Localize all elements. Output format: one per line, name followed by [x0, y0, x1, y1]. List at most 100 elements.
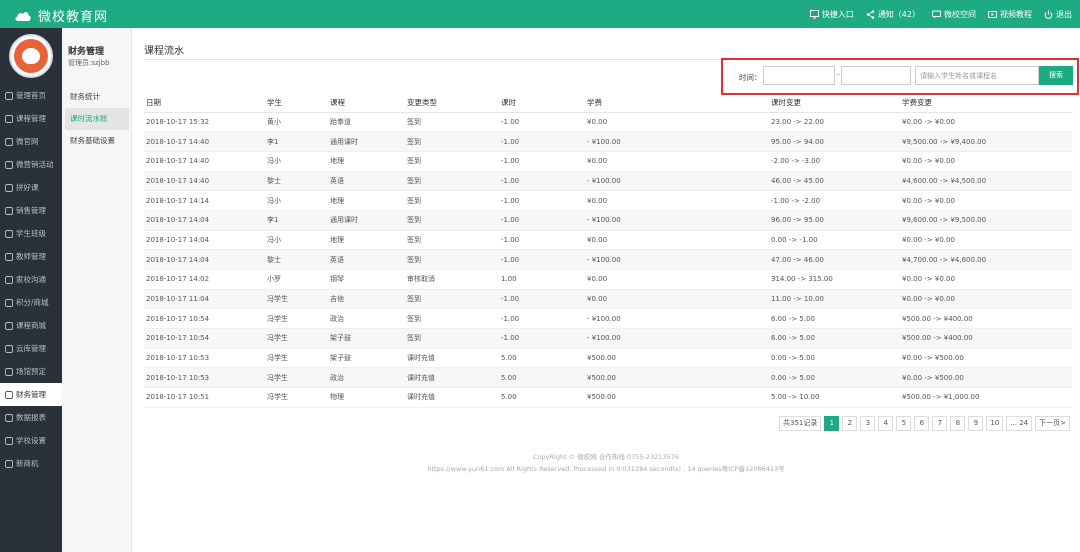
pager-page-button[interactable]: 10: [986, 416, 1004, 431]
search-button[interactable]: 搜索: [1039, 66, 1073, 85]
table-cell: 黄小: [265, 112, 328, 133]
pager-page-button[interactable]: 5: [896, 416, 912, 431]
search-panel: 时间： - 搜索: [721, 58, 1079, 95]
sub-item-finance-stats[interactable]: 财务统计: [65, 86, 129, 108]
main-sidebar: 管理首页 课程管理微官网微营销活动拼好课销售管理学生班级教师管理家校沟通 积分/商城…: [0, 28, 62, 552]
avatar[interactable]: [9, 34, 53, 78]
table-cell: -1.00: [499, 328, 585, 349]
brand-name: 微校教育网: [38, 10, 109, 25]
table-cell: -1.00: [499, 112, 585, 133]
sidebar-item-2[interactable]: 微官网: [0, 130, 62, 153]
pager-page-button[interactable]: 8: [950, 416, 966, 431]
table-cell: 英语: [328, 171, 405, 192]
table-cell: 英语: [328, 249, 405, 270]
sub-item-finance-settings[interactable]: 财务基础设置: [65, 130, 129, 152]
pager-page-button[interactable]: 9: [968, 416, 984, 431]
start-date-input[interactable]: [763, 66, 835, 85]
sidebar-item-16[interactable]: 新商机: [0, 452, 62, 475]
table-cell: - ¥100.00: [585, 131, 769, 152]
space-link[interactable]: 微校空间: [932, 9, 976, 20]
table-cell: ¥0.00: [585, 289, 769, 310]
avatar-logo: [14, 39, 48, 73]
table-cell: 47.00 -> 46.00: [769, 249, 900, 270]
quick-entry-link[interactable]: 快捷入口: [809, 9, 854, 20]
pager-page-button[interactable]: 2: [842, 416, 858, 431]
ledger-table: 日期 学生 课程 变更类型 课时 学费 课时变更 学费变更 2018-10-17 15:32 黄…: [144, 94, 1072, 408]
sidebar-item-label: 学生班级: [16, 229, 46, 238]
sidebar-item-8[interactable]: 家校沟通: [0, 268, 62, 291]
table-row: 2018-10-17 14:04 黎士 英语 签到 -1.00- ¥100.00 47.0…: [144, 249, 1072, 270]
table-cell: 签到: [405, 308, 499, 330]
table-cell: 审核取消: [405, 269, 499, 290]
sidebar-item-6[interactable]: 学生班级: [0, 222, 62, 245]
table-cell: ¥500.00 -> ¥1,000.00: [900, 387, 1072, 408]
keyword-search-input[interactable]: [915, 66, 1039, 85]
sidebar-item-13[interactable]: 财务管理: [0, 383, 62, 406]
end-date-input[interactable]: [841, 66, 911, 85]
table-cell: ¥4,600.00 -> ¥4,500.00: [900, 171, 1072, 192]
notifications-link[interactable]: 通知（42）: [866, 9, 920, 20]
table-cell: 签到: [405, 112, 499, 133]
sidebar-item-4[interactable]: 拼好课: [0, 176, 62, 199]
video-tutorial-link[interactable]: 视频教程: [988, 9, 1032, 20]
table-cell: -1.00: [499, 249, 585, 270]
table-cell: 0.00 -> 5.00: [769, 348, 900, 369]
sidebar-item-3[interactable]: 微营销活动: [0, 153, 62, 176]
table-cell: 钢琴: [328, 269, 405, 290]
table-cell: 冯小: [265, 190, 328, 211]
sidebar-item-15[interactable]: 学校设置: [0, 429, 62, 452]
brand-logo[interactable]: 微校教育网: [14, 6, 108, 25]
sidebar-item-label: 新商机: [16, 459, 39, 468]
table-cell: 冯小: [265, 230, 328, 251]
video-tutorial-label: 视频教程: [1000, 9, 1032, 19]
table-cell: ¥0.00 -> ¥0.00: [900, 112, 1072, 133]
table-cell: 1.00: [499, 269, 585, 290]
sidebar-item-0[interactable]: 管理首页: [0, 84, 62, 107]
headset-icon: [5, 183, 13, 192]
table-cell: -1.00: [499, 151, 585, 172]
pager-page-button[interactable]: 7: [932, 416, 948, 431]
table-row: 2018-10-17 14:14 冯小 地理 签到 -1.00 ¥0.00 -1.00 ->…: [144, 190, 1072, 211]
logout-link[interactable]: 退出: [1044, 9, 1072, 20]
table-cell: ¥500.00: [585, 348, 769, 369]
sidebar-item-11[interactable]: 云库管理: [0, 337, 62, 360]
sidebar-item-12[interactable]: 场馆预定: [0, 360, 62, 383]
sidebar-item-label: 拼好课: [16, 183, 39, 192]
column-header: 课时变更: [769, 94, 900, 113]
table-cell: 吉他: [328, 289, 405, 310]
pager-page-button[interactable]: 3: [860, 416, 876, 431]
table-cell: ¥500.00: [585, 367, 769, 389]
sidebar-item-label: 微官网: [16, 137, 39, 146]
pager-next-button[interactable]: 下一页>: [1035, 416, 1070, 431]
sidebar-item-label: 教师管理: [16, 252, 46, 261]
column-header: 课程: [328, 94, 405, 113]
table-cell: -1.00: [499, 308, 585, 330]
calendar-icon: [5, 367, 13, 376]
table-cell: 96.00 -> 95.00: [769, 210, 900, 231]
table-cell: ¥500.00 -> ¥400.00: [900, 308, 1072, 330]
sub-item-lesson-ledger[interactable]: 课时流水账: [65, 108, 129, 130]
sidebar-item-10[interactable]: 课程商城: [0, 314, 62, 337]
store-icon: [5, 321, 13, 330]
table-cell: 2018-10-17 10:51: [144, 387, 265, 408]
sidebar-item-14[interactable]: 数据报表: [0, 406, 62, 429]
table-cell: 通用课时: [328, 131, 405, 152]
table-cell: -1.00: [499, 289, 585, 310]
table-cell: ¥500.00 -> ¥400.00: [900, 328, 1072, 349]
chat-icon: [932, 10, 941, 19]
pager-page-button[interactable]: 4: [878, 416, 894, 431]
table-cell: - ¥100.00: [585, 308, 769, 330]
table-cell: 2018-10-17 14:02: [144, 269, 265, 290]
table-cell: 签到: [405, 131, 499, 152]
table-row: 2018-10-17 15:32 黄小 跆拳道 签到 -1.00 ¥0.00 23.00 -…: [144, 112, 1072, 133]
pager-page-button[interactable]: 1: [824, 416, 840, 431]
footer-copyright: CopyRight © 微校网 合作热线:0755-23213576: [533, 453, 679, 461]
pager-page-button[interactable]: ... 24: [1006, 416, 1033, 431]
sidebar-item-9[interactable]: 积分/商城: [0, 291, 62, 314]
sidebar-item-7[interactable]: 教师管理: [0, 245, 62, 268]
sidebar-item-1[interactable]: 课程管理: [0, 107, 62, 130]
avatar-area: [0, 28, 62, 84]
table-cell: ¥0.00: [585, 230, 769, 251]
sidebar-item-5[interactable]: 销售管理: [0, 199, 62, 222]
pager-page-button[interactable]: 6: [914, 416, 930, 431]
